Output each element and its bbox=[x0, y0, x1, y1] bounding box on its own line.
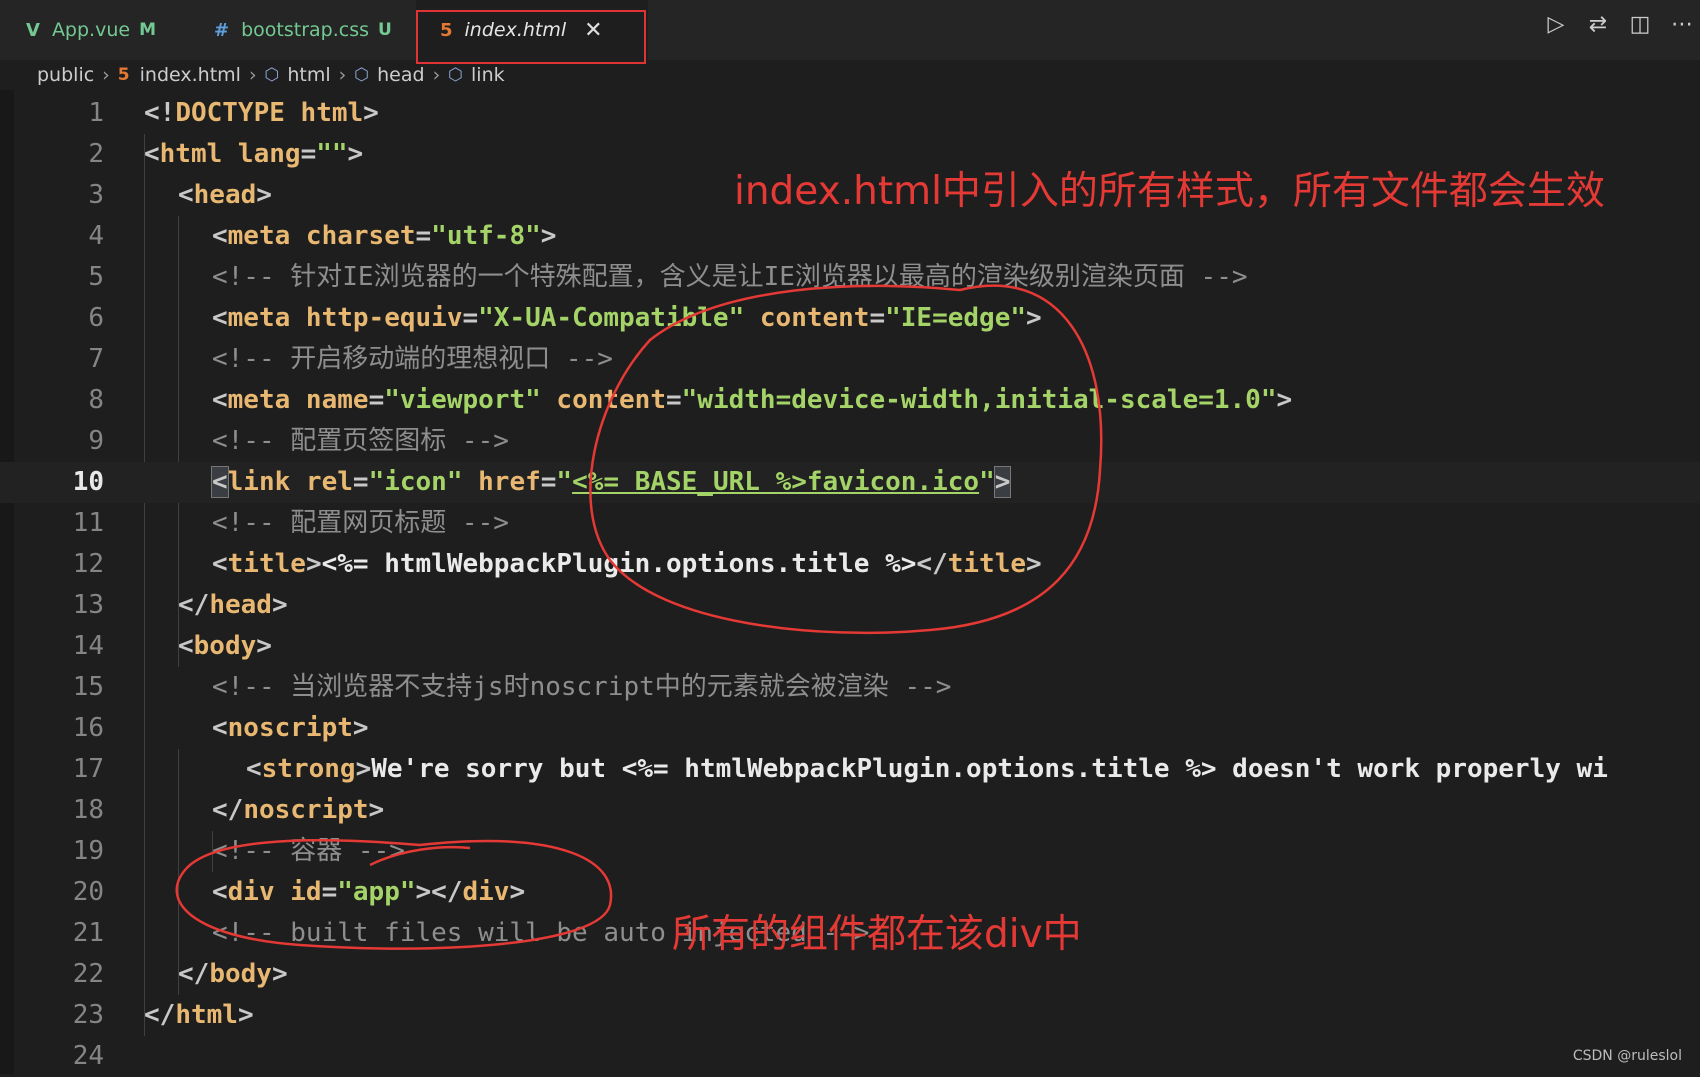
code-line: 7 <!-- 开启移动端的理想视口 --> bbox=[0, 339, 1700, 380]
code-line: 9 <!-- 配置页签图标 --> bbox=[0, 421, 1700, 462]
line-number: 22 bbox=[72, 959, 104, 989]
watermark: CSDN @ruleslol bbox=[1572, 1048, 1682, 1064]
code-line: 18 </noscript> bbox=[0, 790, 1700, 831]
line-number: 12 bbox=[72, 549, 104, 579]
code-line: 14 <body> bbox=[0, 626, 1700, 667]
code-line: 22 </body> bbox=[0, 954, 1700, 995]
line-comment: <!-- 开启移动端的理想视口 --> bbox=[212, 344, 613, 374]
breadcrumb: public › 5 index.html › ⬡ html › ⬡ head … bbox=[37, 60, 505, 90]
html-file-icon: 5 bbox=[117, 65, 130, 85]
line-number: 13 bbox=[72, 590, 104, 620]
code-line: 16 <noscript> bbox=[0, 708, 1700, 749]
tab-label: bootstrap.css bbox=[241, 19, 370, 41]
tab-app-vue[interactable]: V App.vue M bbox=[26, 0, 156, 60]
code-line: 19 <!-- 容器 --> bbox=[0, 831, 1700, 872]
line-code: <strong>We're sorry but <%= htmlWebpackP… bbox=[246, 754, 1608, 784]
run-icon[interactable]: ▷ bbox=[1544, 12, 1568, 37]
line-code: <noscript> bbox=[212, 713, 369, 743]
line-number: 11 bbox=[72, 508, 104, 538]
line-number: 15 bbox=[72, 672, 104, 702]
line-number: 18 bbox=[72, 795, 104, 825]
line-code: <meta charset="utf-8"> bbox=[212, 221, 557, 251]
code-line: 12 <title><%= htmlWebpackPlugin.options.… bbox=[0, 544, 1700, 585]
tab-bar: V App.vue M # bootstrap.css U 5 index.ht… bbox=[0, 0, 1700, 60]
line-number: 3 bbox=[88, 180, 104, 210]
line-code: </head> bbox=[178, 590, 288, 620]
line-code: <div id="app"></div> bbox=[212, 877, 526, 907]
css-file-icon: # bbox=[214, 19, 230, 41]
tab-bootstrap-css[interactable]: # bootstrap.css U bbox=[214, 0, 392, 60]
line-number: 20 bbox=[72, 877, 104, 907]
compare-changes-icon[interactable]: ⇄ bbox=[1586, 12, 1610, 37]
code-line: 23 </html> bbox=[0, 995, 1700, 1036]
line-number: 1 bbox=[88, 98, 104, 128]
chevron-right-icon: › bbox=[338, 64, 347, 86]
line-number: 5 bbox=[88, 262, 104, 292]
chevron-right-icon: › bbox=[248, 64, 257, 86]
code-line: 17 <strong>We're sorry but <%= htmlWebpa… bbox=[0, 749, 1700, 790]
line-code: <meta name="viewport" content="width=dev… bbox=[212, 385, 1293, 415]
line-number: 16 bbox=[72, 713, 104, 743]
code-line: 4 <meta charset="utf-8"> bbox=[0, 216, 1700, 257]
code-line: 5 <!-- 针对IE浏览器的一个特殊配置，含义是让IE浏览器以最高的渲染级别渲… bbox=[0, 257, 1700, 298]
chevron-right-icon: › bbox=[432, 64, 441, 86]
code-line: 15 <!-- 当浏览器不支持js时noscript中的元素就会被渲染 --> bbox=[0, 667, 1700, 708]
line-number: 9 bbox=[88, 426, 104, 456]
line-number: 19 bbox=[72, 836, 104, 866]
line-number: 10 bbox=[72, 467, 104, 497]
untracked-badge: U bbox=[378, 20, 392, 40]
breadcrumb-public[interactable]: public bbox=[37, 64, 94, 86]
line-number: 6 bbox=[88, 303, 104, 333]
split-editor-icon[interactable]: ◫ bbox=[1628, 12, 1652, 37]
code-line: 1 <!DOCTYPE html> bbox=[0, 93, 1700, 134]
breadcrumb-html[interactable]: html bbox=[287, 64, 330, 86]
line-number: 24 bbox=[72, 1041, 104, 1071]
annotation-tab-highlight bbox=[416, 10, 646, 64]
line-code: <body> bbox=[178, 631, 272, 661]
symbol-element-icon: ⬡ bbox=[448, 65, 464, 85]
line-number: 17 bbox=[72, 754, 104, 784]
code-line-active: 10 <link rel="icon" href="<%= BASE_URL %… bbox=[0, 462, 1700, 503]
line-code: <head> bbox=[178, 180, 272, 210]
annotation-note-div: 所有的组件都在该div中 bbox=[672, 912, 1082, 957]
code-line: 11 <!-- 配置网页标题 --> bbox=[0, 503, 1700, 544]
breadcrumb-head[interactable]: head bbox=[377, 64, 424, 86]
line-number: 4 bbox=[88, 221, 104, 251]
line-comment: <!-- 配置网页标题 --> bbox=[212, 508, 509, 538]
line-code: <meta http-equiv="X-UA-Compatible" conte… bbox=[212, 303, 1042, 333]
line-number: 7 bbox=[88, 344, 104, 374]
line-code: <title><%= htmlWebpackPlugin.options.tit… bbox=[212, 549, 1042, 579]
line-code: <link rel="icon" href="<%= BASE_URL %>fa… bbox=[211, 466, 1012, 498]
line-number: 21 bbox=[72, 918, 104, 948]
line-code: <html lang=""> bbox=[144, 139, 364, 169]
code-line: 13 </head> bbox=[0, 585, 1700, 626]
annotation-note-styles: index.html中引入的所有样式，所有文件都会生效 bbox=[734, 169, 1605, 214]
modified-badge: M bbox=[139, 20, 156, 40]
line-code: </body> bbox=[178, 959, 288, 989]
symbol-element-icon: ⬡ bbox=[354, 65, 370, 85]
breadcrumb-index-html[interactable]: index.html bbox=[140, 64, 241, 86]
line-code: </html> bbox=[144, 1000, 254, 1030]
tab-label: App.vue bbox=[51, 19, 131, 41]
more-actions-icon[interactable]: ⋯ bbox=[1670, 12, 1694, 37]
line-comment: <!-- 针对IE浏览器的一个特殊配置，含义是让IE浏览器以最高的渲染级别渲染页… bbox=[212, 262, 1248, 292]
code-line: 8 <meta name="viewport" content="width=d… bbox=[0, 380, 1700, 421]
line-code: <!DOCTYPE html> bbox=[144, 98, 379, 128]
editor-actions: ▷ ⇄ ◫ ⋯ bbox=[1544, 12, 1694, 37]
line-number: 2 bbox=[88, 139, 104, 169]
chevron-right-icon: › bbox=[102, 64, 110, 86]
vue-file-icon: V bbox=[26, 19, 40, 41]
line-number: 23 bbox=[72, 1000, 104, 1030]
line-number: 14 bbox=[72, 631, 104, 661]
code-line: 24 bbox=[0, 1036, 1700, 1077]
code-line: 6 <meta http-equiv="X-UA-Compatible" con… bbox=[0, 298, 1700, 339]
line-comment: <!-- 当浏览器不支持js时noscript中的元素就会被渲染 --> bbox=[212, 672, 952, 702]
line-comment: <!-- 配置页签图标 --> bbox=[212, 426, 509, 456]
line-number: 8 bbox=[88, 385, 104, 415]
line-comment: <!-- 容器 --> bbox=[212, 836, 405, 866]
line-code: </noscript> bbox=[212, 795, 385, 825]
symbol-element-icon: ⬡ bbox=[264, 65, 280, 85]
breadcrumb-link[interactable]: link bbox=[471, 64, 505, 86]
